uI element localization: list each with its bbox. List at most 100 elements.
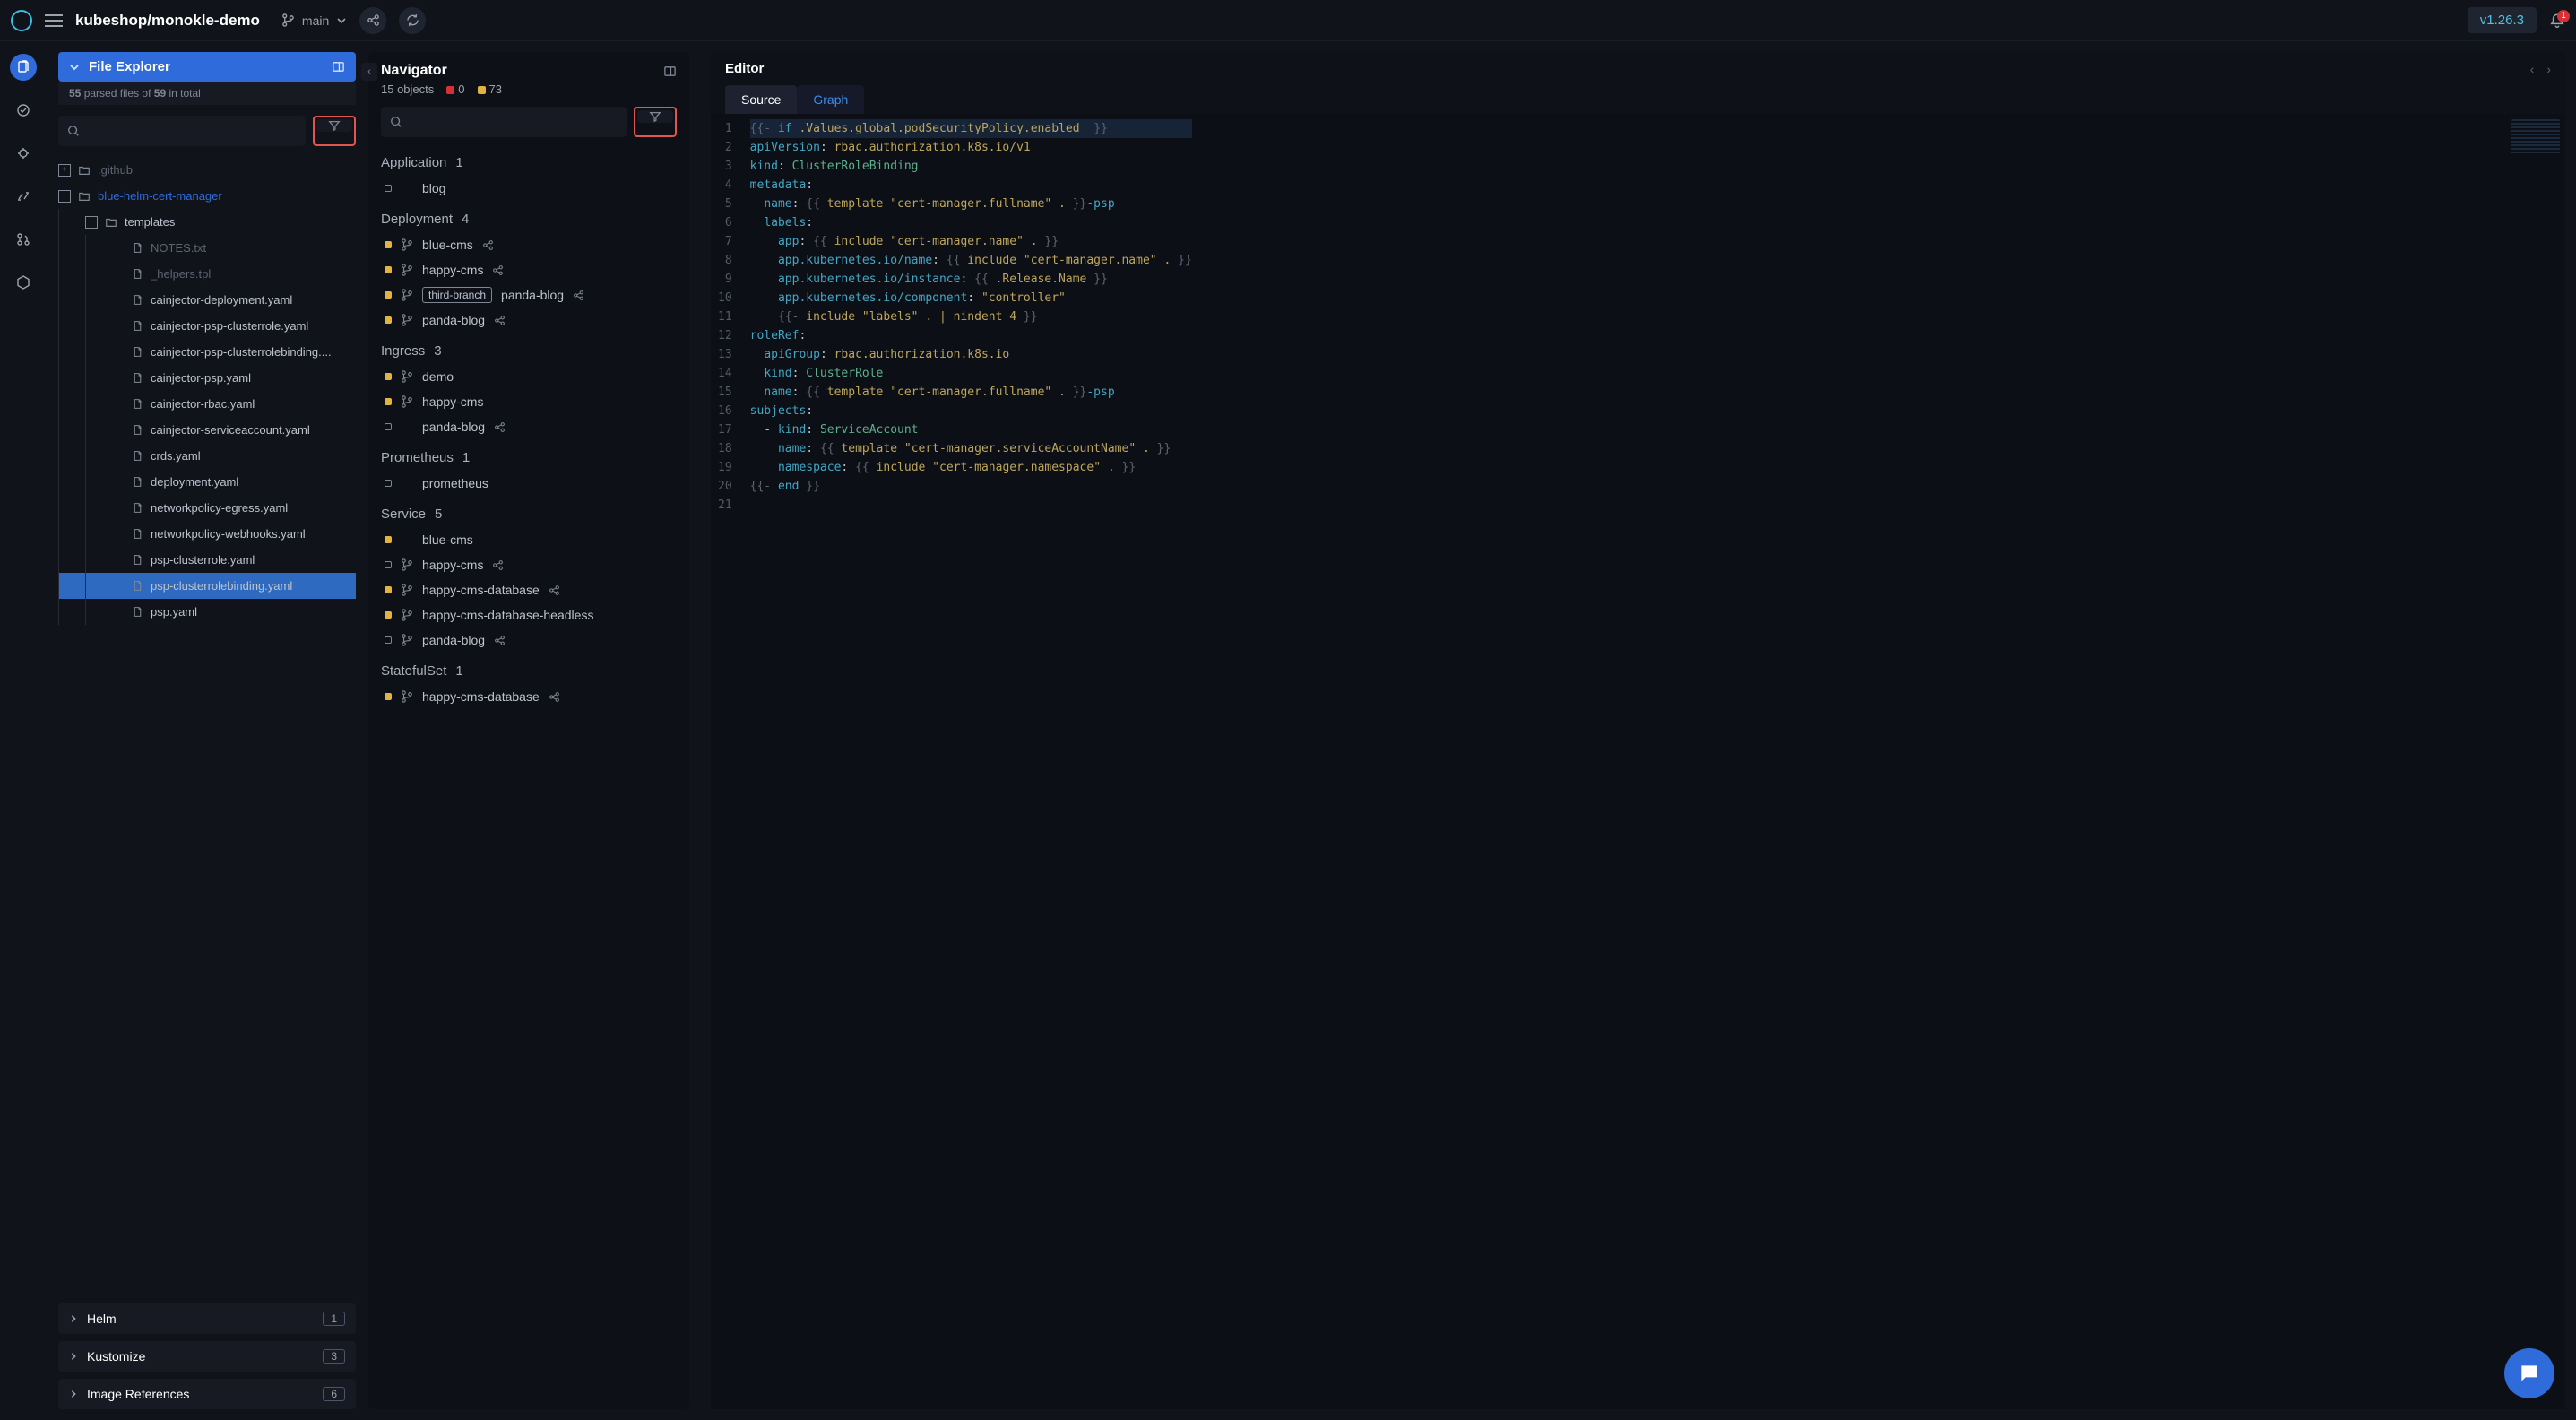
nav-group-header[interactable]: Ingress3 bbox=[381, 343, 677, 359]
chat-button[interactable] bbox=[2504, 1348, 2554, 1398]
tree-row[interactable]: cainjector-deployment.yaml bbox=[58, 287, 356, 313]
share-icon[interactable] bbox=[494, 315, 506, 326]
tab-graph[interactable]: Graph bbox=[797, 85, 864, 114]
nav-item[interactable]: happy-cms bbox=[381, 257, 677, 282]
tree-row[interactable]: psp.yaml bbox=[58, 599, 356, 625]
rail-validation[interactable] bbox=[10, 97, 37, 124]
expand-toggle[interactable]: + bbox=[58, 164, 71, 177]
accordion-helm[interactable]: Helm1 bbox=[58, 1303, 356, 1334]
tree-row[interactable]: psp-clusterrolebinding.yaml bbox=[58, 573, 356, 599]
rail-git[interactable] bbox=[10, 183, 37, 210]
code-line[interactable]: app.kubernetes.io/component: "controller… bbox=[750, 289, 1192, 307]
code-line[interactable]: kind: ClusterRoleBinding bbox=[750, 157, 1192, 176]
nav-item[interactable]: happy-cms-database bbox=[381, 684, 677, 709]
code-line[interactable]: {{- include "labels" . | nindent 4 }} bbox=[750, 307, 1192, 326]
file-search-input[interactable] bbox=[58, 116, 306, 146]
panel-toggle-icon[interactable] bbox=[332, 60, 345, 74]
navigator-search-input[interactable] bbox=[381, 107, 627, 137]
nav-item[interactable]: happy-cms-database-headless bbox=[381, 602, 677, 628]
nav-item[interactable]: happy-cms-database bbox=[381, 577, 677, 602]
code-line[interactable]: apiVersion: rbac.authorization.k8s.io/v1 bbox=[750, 138, 1192, 157]
code-line[interactable]: subjects: bbox=[750, 402, 1192, 420]
nav-group-header[interactable]: StatefulSet1 bbox=[381, 663, 677, 679]
tree-row[interactable]: _helpers.tpl bbox=[58, 261, 356, 287]
code-editor[interactable]: {{- if .Values.global.podSecurityPolicy.… bbox=[743, 114, 1199, 1409]
panel-toggle-icon[interactable] bbox=[663, 65, 677, 78]
tab-source[interactable]: Source bbox=[725, 85, 797, 114]
app-logo[interactable] bbox=[11, 10, 32, 31]
code-line[interactable]: name: {{ template "cert-manager.fullname… bbox=[750, 195, 1192, 213]
share-icon[interactable] bbox=[492, 559, 504, 571]
code-line[interactable]: {{- if .Values.global.podSecurityPolicy.… bbox=[750, 119, 1192, 138]
code-line[interactable]: app.kubernetes.io/instance: {{ .Release.… bbox=[750, 270, 1192, 289]
nav-item[interactable]: third-branchpanda-blog bbox=[381, 282, 677, 307]
code-line[interactable]: name: {{ template "cert-manager.fullname… bbox=[750, 383, 1192, 402]
rail-files[interactable] bbox=[10, 54, 37, 81]
notifications-button[interactable]: 1 bbox=[2549, 13, 2565, 29]
collapse-panel-button[interactable]: ‹ bbox=[361, 63, 377, 81]
nav-item[interactable]: blue-cms bbox=[381, 527, 677, 552]
tree-row[interactable]: −blue-helm-cert-manager bbox=[58, 183, 356, 209]
share-icon[interactable] bbox=[482, 239, 494, 251]
code-line[interactable]: metadata: bbox=[750, 176, 1192, 195]
share-icon[interactable] bbox=[492, 264, 504, 276]
sync-button[interactable] bbox=[399, 7, 426, 34]
tree-row[interactable]: cainjector-rbac.yaml bbox=[58, 391, 356, 417]
nav-item[interactable]: blue-cms bbox=[381, 232, 677, 257]
nav-item[interactable]: panda-blog bbox=[381, 307, 677, 333]
nav-item[interactable]: demo bbox=[381, 364, 677, 389]
branch-selector[interactable]: main bbox=[281, 13, 347, 28]
code-line[interactable]: namespace: {{ include "cert-manager.name… bbox=[750, 458, 1192, 477]
code-line[interactable]: app.kubernetes.io/name: {{ include "cert… bbox=[750, 251, 1192, 270]
nav-group-header[interactable]: Prometheus1 bbox=[381, 450, 677, 465]
code-line[interactable]: labels: bbox=[750, 213, 1192, 232]
minimap[interactable] bbox=[2511, 119, 2560, 155]
rail-pull[interactable] bbox=[10, 226, 37, 253]
editor-next-button[interactable]: › bbox=[2546, 62, 2551, 76]
tree-row[interactable]: networkpolicy-webhooks.yaml bbox=[58, 521, 356, 547]
nav-group-header[interactable]: Service5 bbox=[381, 507, 677, 522]
share-icon[interactable] bbox=[549, 584, 560, 596]
nav-group-header[interactable]: Application1 bbox=[381, 155, 677, 170]
file-filter-button[interactable] bbox=[316, 119, 352, 132]
navigator-filter-button[interactable] bbox=[637, 110, 673, 123]
tree-row[interactable]: cainjector-psp-clusterrolebinding.... bbox=[58, 339, 356, 365]
version-badge[interactable]: v1.26.3 bbox=[2468, 7, 2537, 33]
code-line[interactable]: kind: ClusterRole bbox=[750, 364, 1192, 383]
expand-toggle[interactable]: − bbox=[58, 190, 71, 203]
code-line[interactable]: - kind: ServiceAccount bbox=[750, 420, 1192, 439]
tree-row[interactable]: +.github bbox=[58, 157, 356, 183]
tree-row[interactable]: NOTES.txt bbox=[58, 235, 356, 261]
navigator-list[interactable]: Application1blogDeployment4blue-cmshappy… bbox=[381, 144, 677, 1398]
share-button[interactable] bbox=[359, 7, 386, 34]
menu-button[interactable] bbox=[45, 14, 63, 27]
code-line[interactable]: {{- end }} bbox=[750, 477, 1192, 496]
nav-group-header[interactable]: Deployment4 bbox=[381, 212, 677, 227]
share-icon[interactable] bbox=[573, 290, 584, 301]
accordion-image-references[interactable]: Image References6 bbox=[58, 1379, 356, 1409]
accordion-kustomize[interactable]: Kustomize3 bbox=[58, 1341, 356, 1372]
share-icon[interactable] bbox=[494, 635, 506, 646]
tree-row[interactable]: crds.yaml bbox=[58, 443, 356, 469]
share-icon[interactable] bbox=[494, 421, 506, 433]
nav-item[interactable]: panda-blog bbox=[381, 628, 677, 653]
nav-item[interactable]: happy-cms bbox=[381, 552, 677, 577]
code-line[interactable]: apiGroup: rbac.authorization.k8s.io bbox=[750, 345, 1192, 364]
rail-cluster[interactable] bbox=[10, 140, 37, 167]
rail-settings[interactable] bbox=[10, 269, 37, 296]
tree-row[interactable]: cainjector-psp-clusterrole.yaml bbox=[58, 313, 356, 339]
share-icon[interactable] bbox=[549, 691, 560, 703]
tree-row[interactable]: deployment.yaml bbox=[58, 469, 356, 495]
tree-row[interactable]: psp-clusterrole.yaml bbox=[58, 547, 356, 573]
nav-item[interactable]: prometheus bbox=[381, 471, 677, 496]
editor-prev-button[interactable]: ‹ bbox=[2530, 62, 2535, 76]
file-explorer-header[interactable]: File Explorer bbox=[58, 52, 356, 82]
nav-item[interactable]: blog bbox=[381, 176, 677, 201]
nav-item[interactable]: happy-cms bbox=[381, 389, 677, 414]
tree-row[interactable]: cainjector-serviceaccount.yaml bbox=[58, 417, 356, 443]
code-line[interactable]: roleRef: bbox=[750, 326, 1192, 345]
file-tree[interactable]: +.github−blue-helm-cert-manager−template… bbox=[58, 157, 356, 1296]
nav-item[interactable]: panda-blog bbox=[381, 414, 677, 439]
tree-row[interactable]: networkpolicy-egress.yaml bbox=[58, 495, 356, 521]
tree-row[interactable]: cainjector-psp.yaml bbox=[58, 365, 356, 391]
